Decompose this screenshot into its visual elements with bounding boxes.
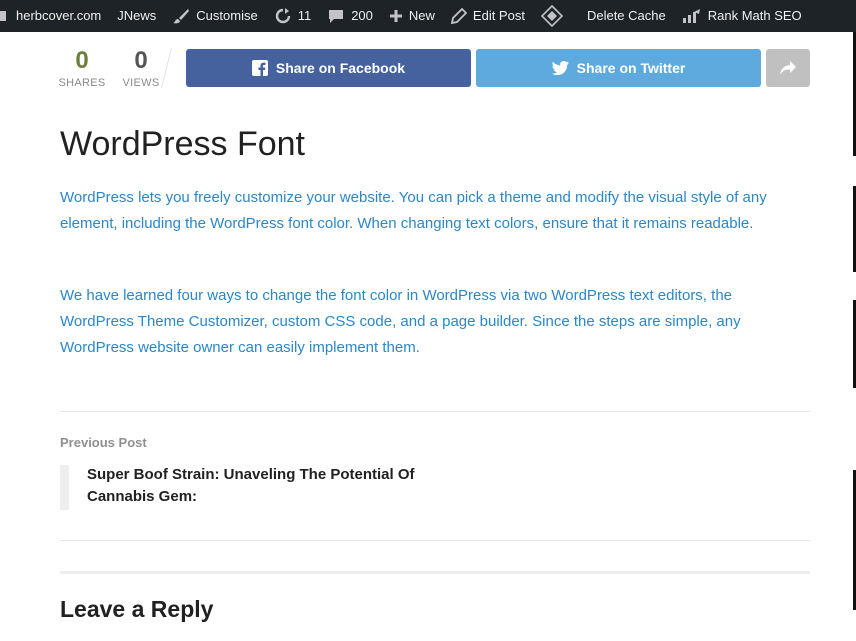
facebook-label: Share on Facebook [275,60,406,76]
plus-icon [389,10,402,22]
comments-divider [60,571,810,574]
rank-math-label: Rank Math SEO [707,8,802,23]
shares-counter: 0 SHARES [58,47,106,90]
home-icon [0,11,6,21]
paintbrush-icon [173,9,190,24]
admin-bar-cache-logo[interactable] [533,0,571,32]
admin-bar: herbcover.com JNews Customise 11 200 New [0,0,856,32]
edit-post-label: Edit Post [472,8,525,23]
twitter-icon [551,61,569,75]
facebook-icon [251,60,268,76]
admin-bar-edit-post[interactable]: Edit Post [443,0,533,32]
post-paragraph-1: WordPress lets you freely customize your… [60,189,767,232]
jnews-label: JNews [117,8,157,23]
refresh-icon [275,8,290,24]
admin-bar-rank-math[interactable]: Rank Math SEO [674,0,810,32]
views-counter: 0 VIEWS [118,47,164,90]
delete-cache-label: Delete Cache [586,8,666,23]
previous-post-label: Previous Post [60,435,147,450]
section-divider [60,411,810,412]
views-label: VIEWS [122,77,160,89]
admin-bar-updates[interactable]: 11 [266,0,320,32]
updates-count: 11 [297,8,312,23]
admin-bar-new[interactable]: New [381,0,443,32]
pencil-icon [450,8,467,24]
shares-label: SHARES [58,77,106,89]
rank-math-icon [682,9,700,23]
share-facebook-button[interactable]: Share on Facebook [186,49,471,87]
comments-count: 200 [351,8,373,23]
previous-post-link[interactable]: Super Boof Strain: Unaveling The Potenti… [87,464,447,508]
shares-count: 0 [75,47,89,74]
comment-icon [329,10,344,23]
cache-plugin-icon [540,5,563,27]
site-name: herbcover.com [16,8,102,23]
section-divider [60,540,810,541]
customise-label: Customise [196,8,258,23]
post-paragraph-2: We have learned four ways to change the … [60,287,741,356]
admin-bar-jnews[interactable]: JNews [109,0,164,32]
post-title: WordPress Font [60,125,306,163]
previous-post-accent-bar [60,465,69,510]
twitter-label: Share on Twitter [576,60,686,76]
share-arrow-icon [780,61,796,75]
views-count: 0 [134,47,148,74]
share-twitter-button[interactable]: Share on Twitter [476,49,761,87]
admin-bar-delete-cache[interactable]: Delete Cache [571,0,674,32]
new-label: New [408,8,435,23]
share-counts: 0 SHARES 0 VIEWS [58,47,178,90]
admin-bar-comments[interactable]: 200 [319,0,381,32]
share-more-button[interactable] [766,49,810,87]
leave-reply-heading: Leave a Reply [60,596,214,622]
admin-bar-customise[interactable]: Customise [164,0,265,32]
admin-bar-site-link[interactable]: herbcover.com [0,0,109,32]
